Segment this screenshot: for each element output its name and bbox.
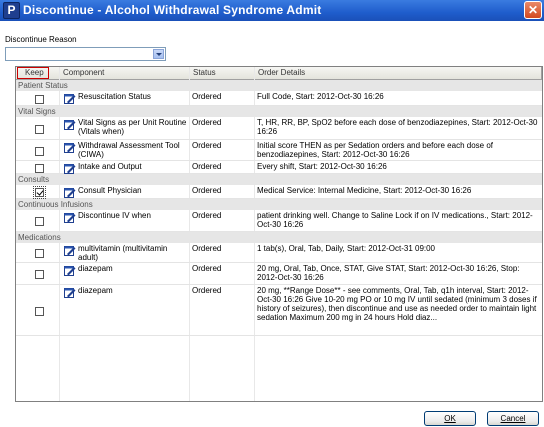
- ok-button[interactable]: OK: [424, 411, 476, 426]
- order-details-cell: 20 mg, **Range Dose** - see comments, Or…: [257, 286, 537, 322]
- order-details-cell: Medical Service: Internal Medicine, Star…: [257, 186, 472, 195]
- keep-checkbox[interactable]: [35, 188, 44, 197]
- component-cell: Discontinue IV when: [78, 211, 151, 220]
- status-cell: Ordered: [192, 186, 222, 195]
- orders-grid: Keep Component Status Order Details Pati…: [15, 66, 543, 402]
- status-cell: Ordered: [192, 286, 222, 295]
- cancel-button[interactable]: Cancel: [487, 411, 539, 426]
- keep-checkbox[interactable]: [35, 217, 44, 226]
- section-header: Medications: [16, 232, 542, 243]
- order-sentence-icon[interactable]: [64, 163, 76, 174]
- keep-checkbox[interactable]: [35, 249, 44, 258]
- order-sentence-icon[interactable]: [64, 119, 76, 130]
- status-cell: Ordered: [192, 244, 222, 253]
- chevron-down-icon[interactable]: [153, 49, 164, 59]
- table-row[interactable]: diazepam Ordered 20 mg, Oral, Tab, Once, S…: [16, 263, 542, 285]
- order-sentence-icon[interactable]: [64, 245, 76, 256]
- close-button[interactable]: ✕: [524, 1, 542, 19]
- order-details-cell: Every shift, Start: 2012-Oct-30 16:26: [257, 162, 387, 171]
- section-header: Vital Signs: [16, 106, 542, 117]
- table-row[interactable]: Discontinue IV when Ordered patient drinki…: [16, 210, 542, 232]
- section-header: Patient Status: [16, 80, 542, 91]
- status-cell: Ordered: [192, 118, 222, 127]
- keep-checkbox[interactable]: [35, 147, 44, 156]
- table-row[interactable]: Resuscitation Status Ordered Full Code, St…: [16, 91, 542, 106]
- table-row[interactable]: Withdrawal Assessment Tool (CIWA) Ordered…: [16, 140, 542, 161]
- section-header: Continuous Infusions: [16, 199, 542, 210]
- app-logo-icon: P: [3, 2, 20, 19]
- window-title: Discontinue - Alcohol Withdrawal Syndrom…: [23, 3, 322, 17]
- column-header-keep[interactable]: Keep: [16, 67, 60, 80]
- status-cell: Ordered: [192, 162, 222, 171]
- order-details-cell: Full Code, Start: 2012-Oct-30 16:26: [257, 92, 384, 101]
- keep-checkbox[interactable]: [35, 270, 44, 279]
- order-sentence-icon[interactable]: [64, 93, 76, 104]
- component-cell: Resuscitation Status: [78, 92, 151, 101]
- table-row[interactable]: Consult Physician Ordered Medical Service:…: [16, 185, 542, 199]
- component-cell: Withdrawal Assessment Tool (CIWA): [78, 141, 180, 159]
- order-sentence-icon[interactable]: [64, 287, 76, 298]
- order-details-cell: 20 mg, Oral, Tab, Once, STAT, Give STAT,…: [257, 264, 520, 282]
- component-cell: Intake and Output: [78, 162, 142, 171]
- discontinue-reason-label: Discontinue Reason: [5, 35, 77, 44]
- column-header-component[interactable]: Component: [60, 67, 190, 80]
- title-bar: P Discontinue - Alcohol Withdrawal Syndr…: [0, 0, 544, 21]
- component-cell: diazepam: [78, 264, 113, 273]
- order-details-cell: T, HR, RR, BP, SpO2 before each dose of …: [257, 118, 538, 136]
- order-sentence-icon[interactable]: [64, 187, 76, 198]
- keep-checkbox[interactable]: [35, 125, 44, 134]
- table-row[interactable]: diazepam Ordered 20 mg, **Range Dose** - s…: [16, 285, 542, 336]
- order-sentence-icon[interactable]: [64, 212, 76, 223]
- order-details-cell: Initial score THEN as per Sedation order…: [257, 141, 493, 159]
- table-row[interactable]: multivitamin (multivitamin adult) Ordered…: [16, 243, 542, 263]
- keep-checkbox[interactable]: [35, 95, 44, 104]
- column-header-order-details[interactable]: Order Details: [255, 67, 542, 80]
- discontinue-reason-select[interactable]: [5, 47, 166, 61]
- keep-checkbox[interactable]: [35, 307, 44, 316]
- table-row[interactable]: Vital Signs as per Unit Routine (Vitals …: [16, 117, 542, 140]
- column-header-status[interactable]: Status: [190, 67, 255, 80]
- status-cell: Ordered: [192, 141, 222, 150]
- status-cell: Ordered: [192, 264, 222, 273]
- order-details-cell: 1 tab(s), Oral, Tab, Daily, Start: 2012-…: [257, 244, 436, 253]
- order-details-cell: patient drinking well. Change to Saline …: [257, 211, 533, 229]
- section-header: Consults: [16, 174, 542, 185]
- component-cell: Vital Signs as per Unit Routine (Vitals …: [78, 118, 187, 136]
- component-cell: Consult Physician: [78, 186, 142, 195]
- component-cell: multivitamin (multivitamin adult): [78, 244, 168, 262]
- order-sentence-icon[interactable]: [64, 265, 76, 276]
- component-cell: diazepam: [78, 286, 113, 295]
- table-row[interactable]: Intake and Output Ordered Every shift, Sta…: [16, 161, 542, 174]
- status-cell: Ordered: [192, 92, 222, 101]
- order-sentence-icon[interactable]: [64, 142, 76, 153]
- status-cell: Ordered: [192, 211, 222, 220]
- keep-checkbox[interactable]: [35, 164, 44, 173]
